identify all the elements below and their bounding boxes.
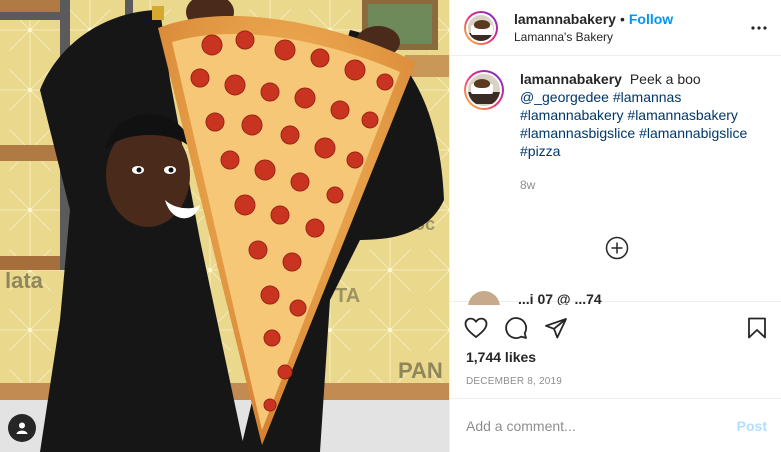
- hashtag-link[interactable]: #pizza: [520, 143, 560, 159]
- hashtag-link[interactable]: #lamannasbakery: [627, 107, 738, 123]
- svg-text:TA: TA: [335, 285, 360, 307]
- paper-plane-icon[interactable]: [544, 316, 568, 340]
- author-username[interactable]: lamannabakery: [514, 10, 616, 28]
- commenter-avatar[interactable]: [468, 291, 500, 305]
- add-comment-bar: Post: [450, 398, 781, 452]
- caption-comment: lamannabakery Peek a boo @_georgedee #la…: [464, 70, 767, 194]
- next-comment-text: ...i 07 @ ...74: [518, 291, 602, 305]
- post-image: lata Pan PAN TA Fo oc: [0, 0, 449, 452]
- comments-section[interactable]: lamannabakery Peek a boo @_georgedee #la…: [450, 56, 781, 302]
- follow-button[interactable]: Follow: [629, 10, 673, 28]
- user-icon: [16, 422, 28, 434]
- svg-text:PAN: PAN: [398, 358, 443, 383]
- hashtag-link[interactable]: #lamannabakery: [520, 107, 624, 123]
- hashtag-link[interactable]: #lamannas: [613, 89, 682, 105]
- load-more-comments-icon[interactable]: [605, 236, 629, 260]
- post-comment-button[interactable]: Post: [737, 418, 767, 434]
- location-link[interactable]: Lamanna's Bakery: [514, 28, 673, 46]
- caption-avatar[interactable]: [464, 70, 504, 110]
- bookmark-icon[interactable]: [745, 316, 769, 340]
- post-header: lamannabakery • Follow Lamanna's Bakery: [450, 0, 781, 56]
- comment-icon[interactable]: [504, 316, 528, 340]
- mention-link[interactable]: @_georgedee: [520, 89, 609, 105]
- action-bar: [464, 313, 769, 343]
- comment-input[interactable]: [466, 417, 737, 434]
- post-photo[interactable]: lata Pan PAN TA Fo oc: [0, 0, 449, 452]
- heart-icon[interactable]: [464, 316, 488, 340]
- svg-text:lata: lata: [5, 268, 44, 293]
- author-avatar[interactable]: [464, 10, 498, 45]
- more-options-icon[interactable]: [751, 20, 767, 36]
- caption-text: Peek a boo: [629, 71, 701, 87]
- caption-timestamp: 8w: [520, 178, 536, 192]
- separator-dot: •: [619, 10, 625, 27]
- post-date: DECEMBER 8, 2019: [466, 376, 563, 387]
- hashtag-link[interactable]: #lamannabigslice: [639, 125, 747, 141]
- hashtag-link[interactable]: #lamannasbigslice: [520, 125, 635, 141]
- next-comment-preview: ...i 07 @ ...74: [464, 291, 764, 305]
- likes-count[interactable]: 1,744 likes: [466, 349, 536, 365]
- tagged-users-button[interactable]: [8, 414, 36, 442]
- caption-username[interactable]: lamannabakery: [520, 71, 622, 87]
- post-side-panel: lamannabakery • Follow Lamanna's Bakery …: [449, 0, 781, 452]
